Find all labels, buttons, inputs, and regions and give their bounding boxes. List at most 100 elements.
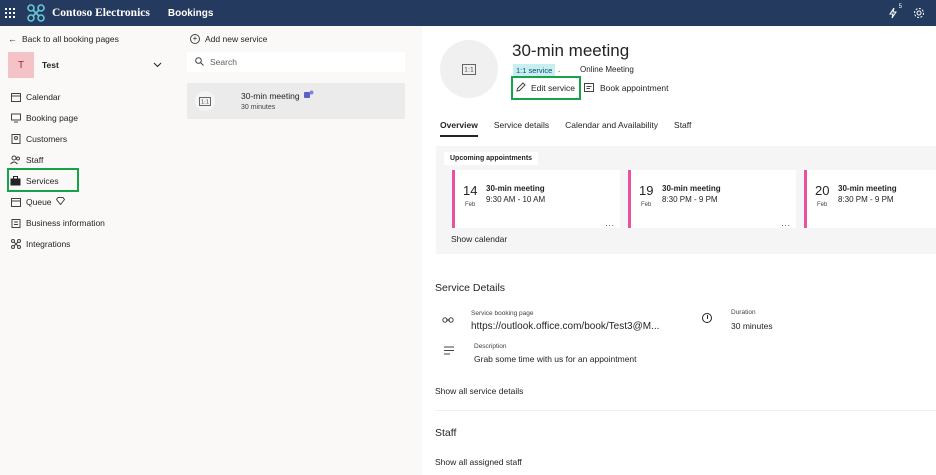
service-details-heading: Service Details	[435, 282, 506, 294]
sidebar-item-label: Staff	[26, 155, 44, 165]
monitor-icon	[10, 113, 21, 124]
search-placeholder: Search	[210, 57, 237, 67]
duration-value: 30 minutes	[731, 321, 773, 331]
appointment-time: 8:30 PM - 9 PM	[662, 195, 718, 204]
avatar: T	[8, 52, 34, 78]
booking-page-url[interactable]: https://outlook.office.com/book/Test3@M.…	[471, 321, 659, 332]
teams-icon	[303, 90, 314, 101]
sidebar-item-customers[interactable]: Customers	[10, 131, 67, 147]
back-label: Back to all booking pages	[22, 34, 119, 44]
services-list-pane: + Add new service Search 1:1 30-min meet…	[178, 26, 422, 475]
chevron-down-icon	[153, 60, 162, 70]
building-icon	[10, 218, 21, 229]
service-avatar: 1:1	[440, 40, 498, 98]
search-icon	[195, 56, 204, 68]
service-duration: 30 minutes	[241, 104, 276, 111]
appointment-month: Feb	[641, 202, 652, 208]
add-new-service-button[interactable]: + Add new service	[190, 34, 267, 44]
app-name[interactable]: Bookings	[168, 8, 214, 19]
arrow-left-icon: ←	[8, 34, 17, 44]
sidebar-item-label: Calendar	[26, 92, 61, 102]
app-launcher-icon[interactable]	[0, 0, 20, 26]
search-input[interactable]: Search	[187, 52, 405, 72]
service-title: 30-min meeting	[512, 41, 630, 60]
divider	[435, 410, 936, 411]
sidebar-item-label: Customers	[26, 134, 68, 144]
brand-name: Contoso Electronics	[52, 7, 150, 19]
clock-icon	[702, 313, 712, 323]
appointment-day: 19	[639, 183, 654, 198]
left-nav: ← Back to all booking pages T Test Calen…	[0, 26, 178, 475]
upcoming-appointments-label: Upcoming appointments	[444, 152, 539, 165]
link-icon	[442, 316, 454, 325]
svg-text:1:1: 1:1	[464, 66, 474, 73]
booking-page-selector[interactable]: T Test	[8, 52, 166, 78]
text-lines-icon	[444, 346, 454, 357]
sidebar-item-label: Queue	[26, 197, 52, 207]
add-service-label: Add new service	[205, 34, 268, 44]
book-appointment-label: Book appointment	[600, 83, 669, 93]
queue-icon	[10, 197, 21, 208]
top-bar: Contoso Electronics Bookings 5	[0, 0, 936, 26]
tab-calendar-availability[interactable]: Calendar and Availability	[565, 120, 658, 137]
sidebar-item-queue[interactable]: Queue	[10, 194, 65, 210]
sidebar-item-integrations[interactable]: Integrations	[10, 236, 70, 252]
show-all-assigned-staff-link[interactable]: Show all assigned staff	[435, 457, 522, 467]
book-appointment-button[interactable]: Book appointment	[584, 82, 669, 94]
description-value: Grab some time with us for an appointmen…	[474, 354, 637, 364]
gear-icon[interactable]	[910, 4, 928, 22]
upcoming-appointments-panel: Upcoming appointments 14 Feb 30-min meet…	[436, 146, 936, 254]
service-detail-pane: 1:1 30-min meeting 1:1 service . Online …	[422, 26, 936, 475]
appointment-title: 30-min meeting	[486, 184, 545, 193]
appointment-card[interactable]: 14 Feb 30-min meeting 9:30 AM - 10 AM ..…	[452, 170, 620, 228]
tab-overview[interactable]: Overview	[440, 120, 478, 137]
appointment-card[interactable]: 20 Feb 30-min meeting 8:30 PM - 9 PM	[804, 170, 936, 228]
notifications-icon[interactable]: 5	[884, 4, 902, 22]
sidebar-item-staff[interactable]: Staff	[10, 152, 43, 168]
appointment-month: Feb	[465, 202, 476, 208]
contoso-logo-icon	[26, 3, 46, 23]
contact-card-icon	[10, 134, 21, 145]
calendar-icon	[10, 92, 21, 103]
calendar-add-icon	[584, 82, 594, 94]
show-calendar-link[interactable]: Show calendar	[451, 234, 507, 244]
more-options-icon[interactable]: ...	[781, 219, 791, 228]
sidebar-item-business-information[interactable]: Business information	[10, 215, 105, 231]
booking-page-name: Test	[42, 60, 59, 70]
staff-heading: Staff	[435, 427, 457, 439]
appointment-title: 30-min meeting	[838, 184, 897, 193]
tab-staff[interactable]: Staff	[674, 120, 691, 137]
one-on-one-icon: 1:1	[462, 63, 476, 75]
tab-service-details[interactable]: Service details	[494, 120, 549, 137]
plus-icon: +	[190, 34, 200, 44]
duration-label: Duration	[731, 309, 756, 316]
appointment-time: 8:30 PM - 9 PM	[838, 195, 894, 204]
back-to-booking-pages-link[interactable]: ← Back to all booking pages	[8, 34, 119, 44]
appointment-month: Feb	[817, 202, 828, 208]
appointment-day: 14	[463, 183, 478, 198]
description-label: Description	[474, 343, 507, 350]
svg-text:1:1: 1:1	[201, 99, 209, 105]
more-options-icon[interactable]: ...	[605, 219, 615, 228]
service-type-badge: 1:1	[195, 91, 215, 111]
appointment-title: 30-min meeting	[662, 184, 721, 193]
appointment-card[interactable]: 19 Feb 30-min meeting 8:30 PM - 9 PM ...	[628, 170, 796, 228]
service-title: 30-min meeting	[241, 90, 300, 101]
sidebar-item-booking-page[interactable]: Booking page	[10, 110, 78, 126]
appointment-time: 9:30 AM - 10 AM	[486, 195, 546, 204]
separator-dot: .	[558, 65, 561, 74]
detail-tabs: Overview Service details Calendar and Av…	[440, 120, 707, 137]
sidebar-item-label: Booking page	[26, 113, 78, 123]
edit-service-highlight-box	[511, 76, 581, 100]
notification-count: 5	[898, 4, 902, 10]
show-all-service-details-link[interactable]: Show all service details	[435, 386, 523, 396]
services-highlight-box	[7, 168, 79, 192]
people-icon	[10, 155, 21, 166]
sidebar-item-calendar[interactable]: Calendar	[10, 89, 61, 105]
premium-diamond-icon	[55, 197, 65, 207]
sidebar-item-label: Integrations	[26, 239, 71, 249]
integrations-icon	[10, 239, 21, 250]
sidebar-item-label: Business information	[26, 218, 105, 228]
service-list-item[interactable]: 1:1 30-min meeting 30 minutes	[187, 83, 405, 119]
appointment-day: 20	[815, 183, 830, 198]
